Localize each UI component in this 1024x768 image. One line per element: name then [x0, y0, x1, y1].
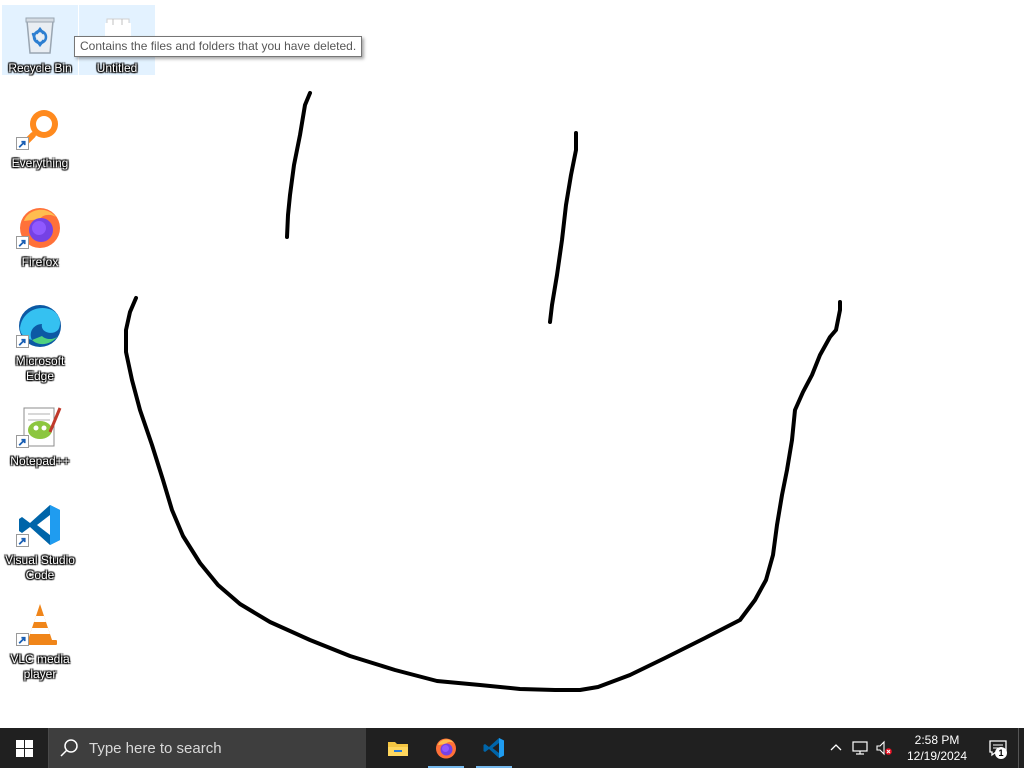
desktop-icon-firefox[interactable]: Firefox: [2, 199, 78, 279]
clock-time: 2:58 PM: [914, 733, 960, 747]
desktop-icon-label: VLC media player: [10, 652, 70, 681]
notification-count-badge: 1: [995, 747, 1007, 759]
search-placeholder: Type here to search: [89, 739, 222, 757]
right-eye-stroke: [548, 131, 578, 324]
taskbar-firefox[interactable]: [422, 728, 470, 768]
volume-muted-icon: [876, 740, 892, 756]
shortcut-arrow-icon: [16, 335, 29, 348]
everything-search-icon: [16, 104, 64, 152]
taskbar-vscode[interactable]: [470, 728, 518, 768]
volume-tray-button[interactable]: [872, 728, 896, 768]
left-eye-stroke: [285, 91, 312, 239]
network-icon: [852, 741, 868, 755]
vscode-icon: [16, 501, 64, 549]
edge-icon: [16, 302, 64, 350]
taskbar-file-explorer[interactable]: [374, 728, 422, 768]
desktop-icon-label: Recycle Bin: [8, 61, 72, 75]
desktop-icon-notepad-plus-plus[interactable]: Notepad++: [2, 398, 78, 478]
desktop-icon-vscode[interactable]: Visual Studio Code: [2, 497, 78, 587]
search-icon: [60, 739, 78, 757]
recycle-bin-tooltip: Contains the files and folders that you …: [74, 36, 363, 57]
shortcut-arrow-icon: [16, 137, 29, 150]
shortcut-arrow-icon: [16, 633, 29, 646]
folder-icon: [388, 742, 408, 756]
desktop-icon-label: Visual Studio Code: [5, 553, 75, 582]
start-button[interactable]: [0, 728, 48, 768]
vlc-icon: [16, 600, 64, 648]
chevron-up-icon: [830, 744, 842, 751]
desktop-icon-label: Microsoft Edge: [15, 354, 65, 383]
taskbar: Type here to search 2:58 PM 12/19/2024 1: [0, 728, 1024, 768]
shortcut-arrow-icon: [16, 534, 29, 547]
clock-date: 12/19/2024: [906, 749, 968, 763]
desktop-icon-everything[interactable]: Everything: [2, 100, 78, 180]
desktop-icon-recycle-bin[interactable]: Recycle Bin: [2, 5, 78, 75]
taskbar-clock[interactable]: 2:58 PM 12/19/2024: [900, 732, 974, 764]
recycle-bin-icon: [16, 9, 64, 57]
vscode-icon: [483, 738, 504, 758]
firefox-icon: [436, 738, 456, 759]
mouth-curve-stroke: [124, 296, 842, 692]
shortcut-arrow-icon: [16, 435, 29, 448]
shortcut-arrow-icon: [16, 236, 29, 249]
desktop-icon-vlc[interactable]: VLC media player: [2, 596, 78, 686]
firefox-icon: [16, 203, 64, 251]
notepad-plus-plus-icon: [16, 402, 64, 450]
taskbar-search-box[interactable]: Type here to search: [48, 728, 366, 768]
system-tray: 2:58 PM 12/19/2024 1: [824, 728, 1024, 768]
desktop[interactable]: Recycle Bin Untitled Everything Firefox …: [0, 0, 1024, 728]
show-desktop-button[interactable]: [1018, 728, 1024, 768]
freehand-smiley-drawing: [124, 91, 842, 692]
show-hidden-icons-button[interactable]: [824, 728, 848, 768]
desktop-icon-label: Untitled: [96, 61, 138, 75]
windows-logo-icon: [15, 739, 33, 757]
desktop-icon-microsoft-edge[interactable]: Microsoft Edge: [2, 298, 78, 388]
network-tray-button[interactable]: [848, 728, 872, 768]
action-center-button[interactable]: 1: [978, 728, 1018, 768]
